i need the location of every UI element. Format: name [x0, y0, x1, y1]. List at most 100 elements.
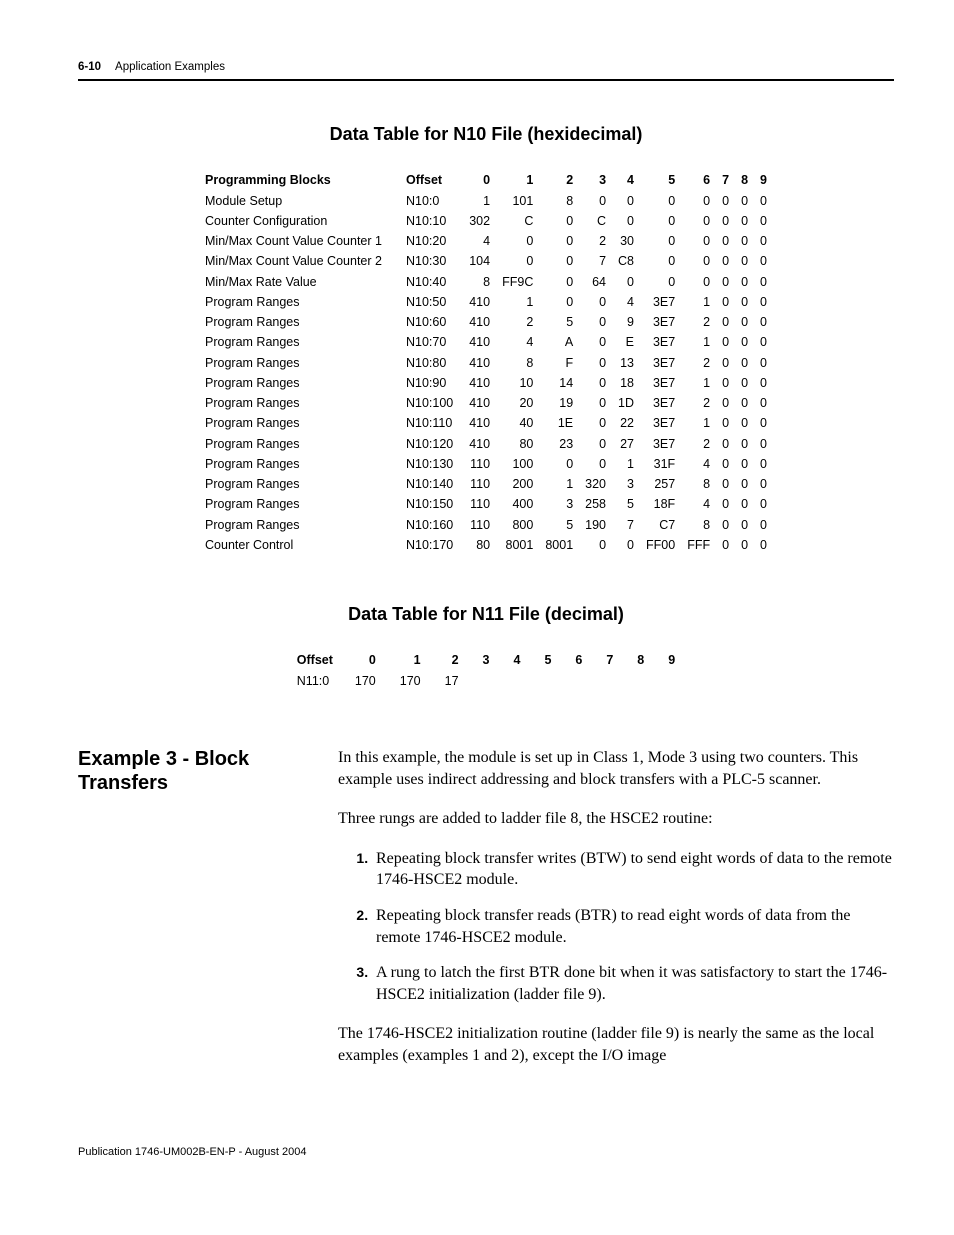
cell: 0: [539, 211, 579, 231]
cell: 0: [579, 535, 612, 555]
row-offset: N10:10: [400, 211, 463, 231]
cell: 0: [579, 454, 612, 474]
cell: C8: [612, 251, 640, 271]
table-row: Min/Max Rate ValueN10:408FF9C064000000: [199, 272, 773, 292]
cell: FF9C: [496, 272, 539, 292]
cell: 0: [735, 251, 754, 271]
col-offset: Offset: [400, 170, 463, 190]
cell: 8001: [496, 535, 539, 555]
cell: 5: [539, 515, 579, 535]
row-label: Program Ranges: [199, 373, 400, 393]
cell: 27: [612, 434, 640, 454]
cell: 3E7: [640, 353, 681, 373]
cell: 0: [754, 413, 773, 433]
cell: FFF: [681, 535, 716, 555]
example-para-3: The 1746-HSCE2 initialization routine (l…: [338, 1023, 894, 1066]
row-offset: N10:40: [400, 272, 463, 292]
cell: 0: [612, 272, 640, 292]
row-offset: N10:160: [400, 515, 463, 535]
cell: 1E: [539, 413, 579, 433]
cell: 0: [754, 332, 773, 352]
row-label: Program Ranges: [199, 312, 400, 332]
cell: 410: [463, 393, 496, 413]
cell: 18: [612, 373, 640, 393]
table-row: Program RangesN10:704104A0E3E71000: [199, 332, 773, 352]
cell: C7: [640, 515, 681, 535]
cell: 3E7: [640, 393, 681, 413]
table-row: Program RangesN10:1501104003258518F4000: [199, 494, 773, 514]
cell: F: [539, 353, 579, 373]
cell: 1: [681, 332, 716, 352]
cell: 4: [463, 231, 496, 251]
cell: 0: [735, 454, 754, 474]
table-n11-title: Data Table for N11 File (decimal): [78, 603, 894, 626]
cell: 0: [681, 231, 716, 251]
cell: 0: [735, 231, 754, 251]
cell: 110: [463, 454, 496, 474]
cell: 0: [716, 515, 735, 535]
row-label: Program Ranges: [199, 353, 400, 373]
cell: 302: [463, 211, 496, 231]
table-row: Program RangesN10:9041010140183E71000: [199, 373, 773, 393]
row-offset: N10:70: [400, 332, 463, 352]
cell: 19: [539, 393, 579, 413]
col-3: 3: [579, 170, 612, 190]
cell: 0: [681, 272, 716, 292]
row-offset: N10:0: [400, 191, 463, 211]
row-label: Min/Max Count Value Counter 1: [199, 231, 400, 251]
cell: 13: [612, 353, 640, 373]
cell: 8001: [539, 535, 579, 555]
cell: 1D: [612, 393, 640, 413]
col-7: 7: [716, 170, 735, 190]
row-offset: N10:50: [400, 292, 463, 312]
cell: 410: [463, 434, 496, 454]
cell: 0: [681, 211, 716, 231]
cell: 0: [539, 292, 579, 312]
col-9: 9: [754, 170, 773, 190]
cell: 2: [681, 434, 716, 454]
cell: 0: [612, 191, 640, 211]
cell: 0: [716, 251, 735, 271]
cell: 0: [716, 393, 735, 413]
row-label: Program Ranges: [199, 332, 400, 352]
example-para-2: Three rungs are added to ladder file 8, …: [338, 808, 894, 830]
cell: 170: [343, 671, 388, 691]
publication-footer: Publication 1746-UM002B-EN-P - August 20…: [78, 1145, 894, 1159]
cell: 0: [754, 211, 773, 231]
cell: 18F: [640, 494, 681, 514]
cell: 3E7: [640, 373, 681, 393]
cell: 0: [754, 474, 773, 494]
row-label: Program Ranges: [199, 393, 400, 413]
row-label: Program Ranges: [199, 413, 400, 433]
row-offset: N10:120: [400, 434, 463, 454]
cell: 0: [716, 292, 735, 312]
row-label: Program Ranges: [199, 474, 400, 494]
cell: 1: [463, 191, 496, 211]
step-2: Repeating block transfer reads (BTR) to …: [372, 905, 894, 948]
cell: 0: [579, 413, 612, 433]
col-offset: Offset: [285, 650, 343, 670]
cell: 0: [539, 454, 579, 474]
cell: 0: [496, 231, 539, 251]
cell: 0: [579, 373, 612, 393]
cell: 0: [640, 211, 681, 231]
cell: FF00: [640, 535, 681, 555]
cell: 3E7: [640, 332, 681, 352]
cell: 257: [640, 474, 681, 494]
example-para-1: In this example, the module is set up in…: [338, 747, 894, 790]
example-3-section: Example 3 - Block Transfers In this exam…: [78, 747, 894, 1085]
cell: 0: [640, 231, 681, 251]
cell: 4: [681, 454, 716, 474]
table-row: Min/Max Count Value Counter 1N10:2040023…: [199, 231, 773, 251]
cell: 0: [716, 434, 735, 454]
cell: 31F: [640, 454, 681, 474]
cell: 200: [496, 474, 539, 494]
row-label: Counter Control: [199, 535, 400, 555]
cell: 190: [579, 515, 612, 535]
cell: 0: [716, 312, 735, 332]
cell: 0: [716, 413, 735, 433]
col-6: 6: [681, 170, 716, 190]
cell: 0: [735, 312, 754, 332]
cell: 800: [496, 515, 539, 535]
cell: 0: [735, 535, 754, 555]
